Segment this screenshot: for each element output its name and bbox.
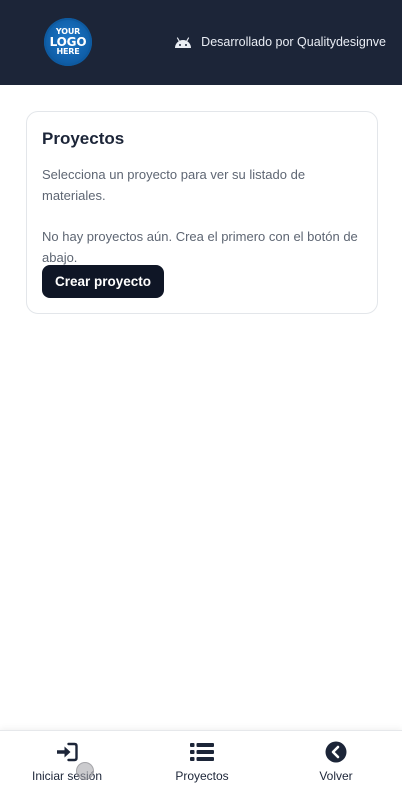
list-icon: [190, 741, 214, 763]
app-header: YOUR LOGO HERE Desarrollado por Qualityd…: [0, 0, 402, 85]
nav-item-back[interactable]: Volver: [281, 731, 391, 794]
nav-item-projects[interactable]: Proyectos: [147, 731, 257, 794]
card-title: Proyectos: [42, 129, 125, 148]
android-icon: [175, 37, 192, 48]
create-project-button[interactable]: Crear proyecto: [42, 265, 165, 298]
projects-card: Proyectos Selecciona un proyecto para ve…: [26, 111, 378, 314]
bottom-nav: Iniciar sesión Proyectos Volver: [0, 730, 402, 794]
touch-indicator: [76, 762, 94, 780]
logo-text-line3: HERE: [56, 47, 80, 56]
developer-text: Desarrollado por Qualitydesignve: [201, 35, 386, 49]
chevron-left-circle-icon: [325, 741, 347, 763]
empty-message: No hay proyectos aún. Crea el primero co…: [42, 229, 358, 265]
logo[interactable]: YOUR LOGO HERE: [44, 18, 92, 66]
sign-in-icon: [56, 741, 78, 763]
nav-item-login[interactable]: Iniciar sesión: [12, 731, 122, 794]
card-subtitle: Selecciona un proyecto para ver su lista…: [42, 167, 306, 203]
nav-label-back: Volver: [319, 769, 353, 783]
nav-label-projects: Proyectos: [175, 769, 229, 783]
developer-credit: Desarrollado por Qualitydesignve: [173, 33, 386, 51]
